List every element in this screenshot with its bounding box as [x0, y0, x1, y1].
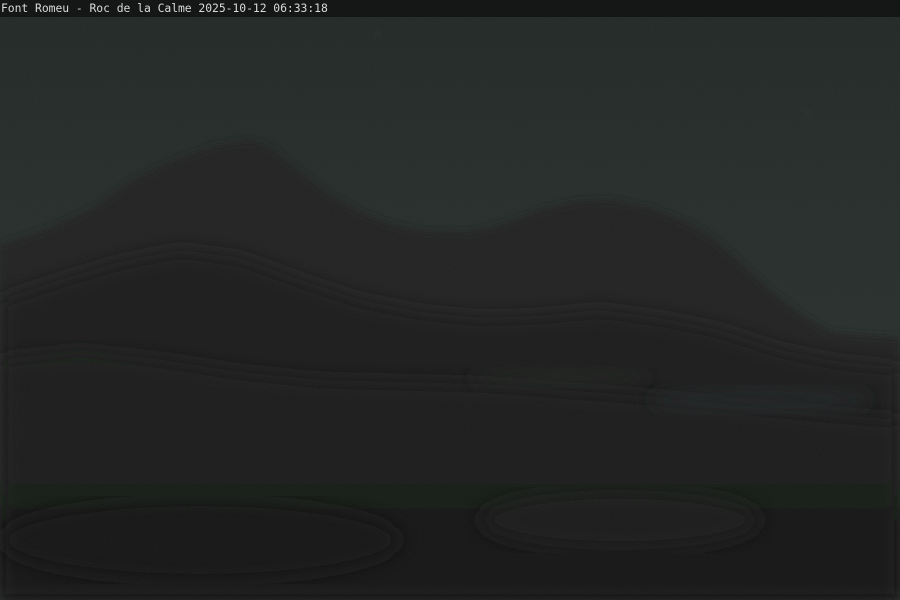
caption-bar: Font Romeu - Roc de la Calme 2025-10-12 … [0, 0, 900, 17]
sensor-noise [0, 0, 900, 600]
caption-text: Font Romeu - Roc de la Calme 2025-10-12 … [1, 1, 328, 15]
webcam-frame: Font Romeu - Roc de la Calme 2025-10-12 … [0, 0, 900, 600]
webcam-image [0, 0, 900, 600]
